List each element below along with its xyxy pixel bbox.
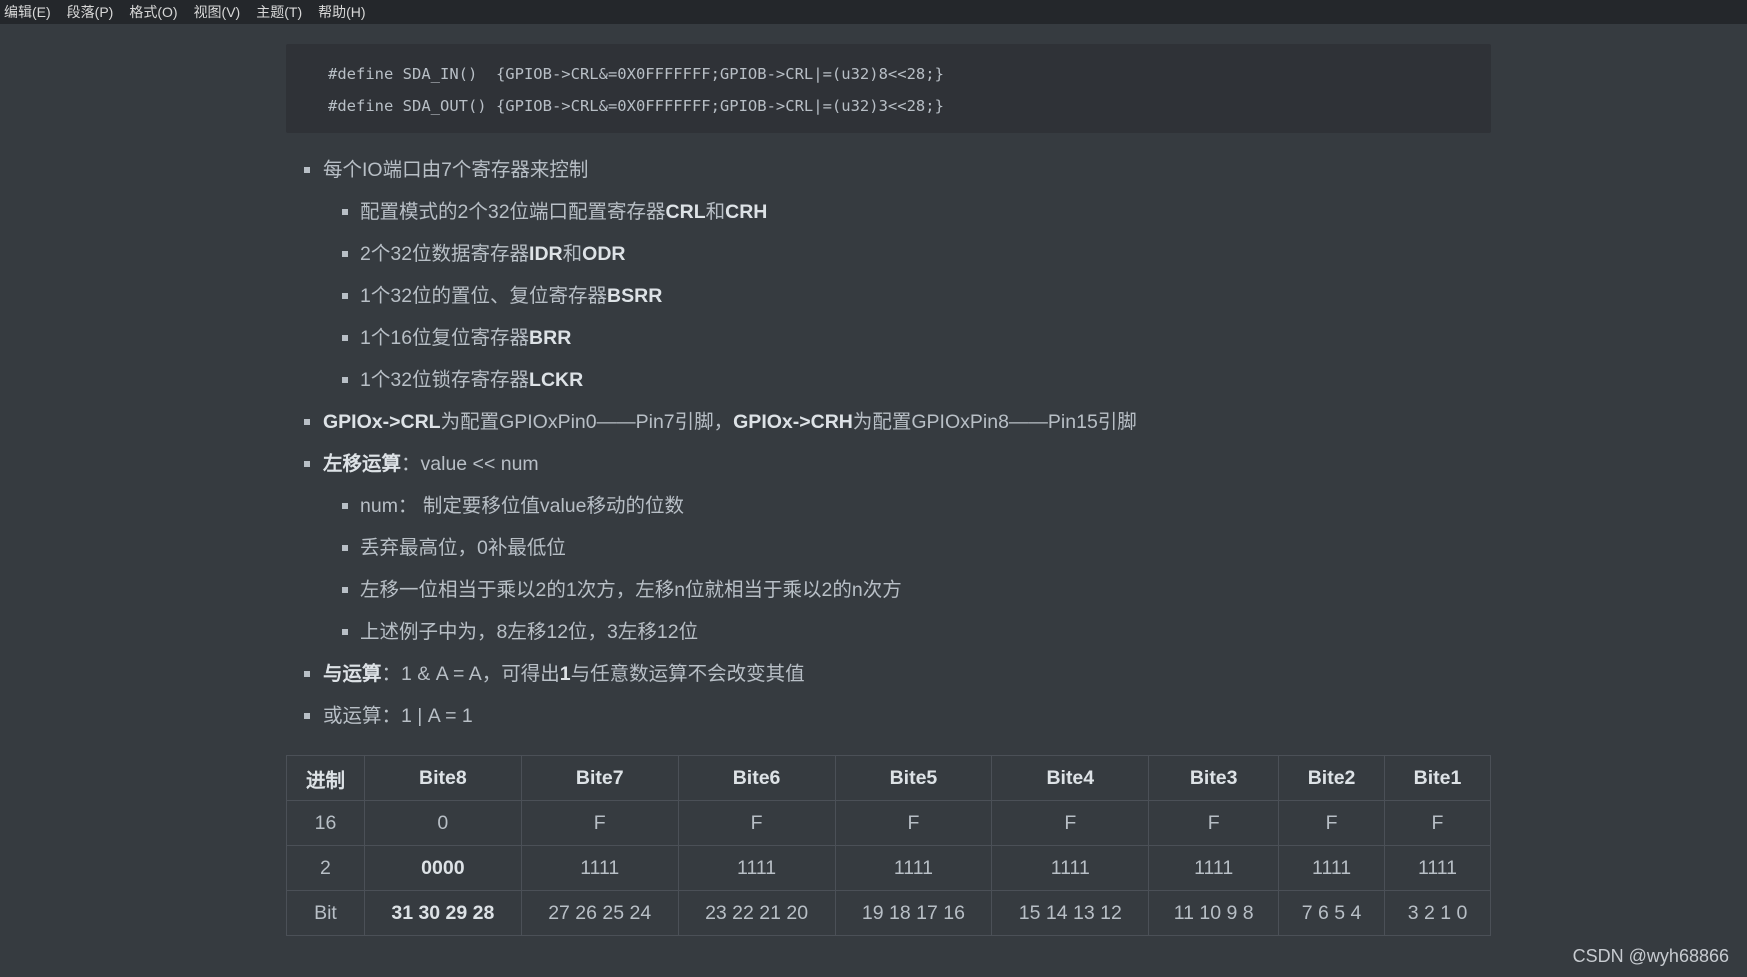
table-cell: 1111 (1278, 845, 1386, 891)
list-item: 每个IO端口由7个寄存器来控制 (286, 149, 1491, 191)
bullet-icon (342, 251, 348, 257)
table-header-cell: Bite3 (1148, 755, 1280, 801)
list-item: 上述例子中为，8左移12位，3左移12位 (286, 611, 1491, 653)
watermark: CSDN @wyh68866 (1572, 946, 1729, 966)
table-cell: 23 22 21 20 (677, 890, 836, 936)
menu-edit[interactable]: 编辑(E) (4, 2, 51, 22)
bullet-icon (304, 167, 310, 173)
bullet-icon (342, 209, 348, 215)
table-header-cell: Bite7 (520, 755, 679, 801)
menu-view[interactable]: 视图(V) (194, 2, 241, 22)
table-row: 2 0000 1111 1111 1111 1111 1111 1111 111… (286, 845, 1491, 891)
list-item: 1个32位锁存寄存器LCKR (286, 359, 1491, 401)
list-item: num： 制定要移位值value移动的位数 (286, 485, 1491, 527)
bullet-icon (342, 293, 348, 299)
table-cell: 1111 (677, 845, 836, 891)
bullet-icon (304, 419, 310, 425)
bullet-list: 每个IO端口由7个寄存器来控制 配置模式的2个32位端口配置寄存器CRL和CRH… (286, 149, 1491, 737)
menu-help[interactable]: 帮助(H) (318, 2, 365, 22)
list-item: 1个32位的置位、复位寄存器BSRR (286, 275, 1491, 317)
table-header-cell: Bite8 (363, 755, 522, 801)
code-line: #define SDA_OUT() {GPIOB->CRL&=0X0FFFFFF… (328, 97, 944, 115)
table-cell: 15 14 13 12 (991, 890, 1150, 936)
list-item: GPIOx->CRL为配置GPIOxPin0——Pin7引脚，GPIOx->CR… (286, 401, 1491, 443)
table-cell: 27 26 25 24 (520, 890, 679, 936)
menu-bar: 编辑(E) 段落(P) 格式(O) 视图(V) 主题(T) 帮助(H) (0, 0, 1747, 24)
table-cell: F (520, 800, 679, 846)
bullet-icon (304, 671, 310, 677)
list-item: 或运算：1 | A = 1 (286, 695, 1491, 737)
table-cell: 3 2 1 0 (1384, 890, 1491, 936)
table-row: Bit 31 30 29 28 27 26 25 24 23 22 21 20 … (286, 890, 1491, 936)
table-cell: 16 (286, 800, 365, 846)
bullet-icon (342, 503, 348, 509)
list-item: 2个32位数据寄存器IDR和ODR (286, 233, 1491, 275)
list-item: 左移运算：value << num (286, 443, 1491, 485)
list-item: 左移一位相当于乘以2的1次方，左移n位就相当于乘以2的n次方 (286, 569, 1491, 611)
table-cell: 11 10 9 8 (1148, 890, 1280, 936)
bullet-icon (342, 629, 348, 635)
table-cell: 1111 (1148, 845, 1280, 891)
list-item: 1个16位复位寄存器BRR (286, 317, 1491, 359)
table-cell: F (677, 800, 836, 846)
bullet-icon (342, 377, 348, 383)
table-cell: 1111 (1384, 845, 1491, 891)
table-cell: 0000 (363, 845, 522, 891)
bullet-icon (304, 461, 310, 467)
bullet-icon (342, 587, 348, 593)
bit-table: 进制 Bite8 Bite7 Bite6 Bite5 Bite4 Bite3 B… (286, 755, 1491, 936)
table-cell: 1111 (834, 845, 993, 891)
list-item: 与运算：1 & A = A，可得出1与任意数运算不会改变其值 (286, 653, 1491, 695)
table-cell: 19 18 17 16 (834, 890, 993, 936)
table-cell: F (834, 800, 993, 846)
menu-format[interactable]: 格式(O) (129, 2, 177, 22)
table-cell: 31 30 29 28 (363, 890, 522, 936)
bullet-icon (342, 335, 348, 341)
table-cell: 7 6 5 4 (1278, 890, 1386, 936)
table-header-cell: Bite1 (1384, 755, 1491, 801)
list-item: 配置模式的2个32位端口配置寄存器CRL和CRH (286, 191, 1491, 233)
table-header-cell: Bite4 (991, 755, 1150, 801)
table-cell: F (1384, 800, 1491, 846)
table-header-cell: Bite2 (1278, 755, 1386, 801)
table-cell: 0 (363, 800, 522, 846)
table-cell: 1111 (991, 845, 1150, 891)
table-header-row: 进制 Bite8 Bite7 Bite6 Bite5 Bite4 Bite3 B… (286, 755, 1491, 801)
code-line: #define SDA_IN() {GPIOB->CRL&=0X0FFFFFFF… (328, 65, 944, 83)
table-cell: F (1148, 800, 1280, 846)
table-cell: 1111 (520, 845, 679, 891)
bullet-icon (342, 545, 348, 551)
menu-paragraph[interactable]: 段落(P) (67, 2, 114, 22)
table-header-cell: Bite6 (677, 755, 836, 801)
code-block[interactable]: #define SDA_IN() {GPIOB->CRL&=0X0FFFFFFF… (286, 44, 1491, 133)
list-item: 丢弃最高位，0补最低位 (286, 527, 1491, 569)
menu-theme[interactable]: 主题(T) (256, 2, 302, 22)
bullet-icon (304, 713, 310, 719)
table-row: 16 0 F F F F F F F (286, 800, 1491, 846)
table-cell: 2 (286, 845, 365, 891)
document-content: #define SDA_IN() {GPIOB->CRL&=0X0FFFFFFF… (286, 44, 1491, 936)
table-cell: Bit (286, 890, 365, 936)
table-header-cell: 进制 (286, 755, 365, 801)
table-cell: F (991, 800, 1150, 846)
table-cell: F (1278, 800, 1386, 846)
table-header-cell: Bite5 (834, 755, 993, 801)
